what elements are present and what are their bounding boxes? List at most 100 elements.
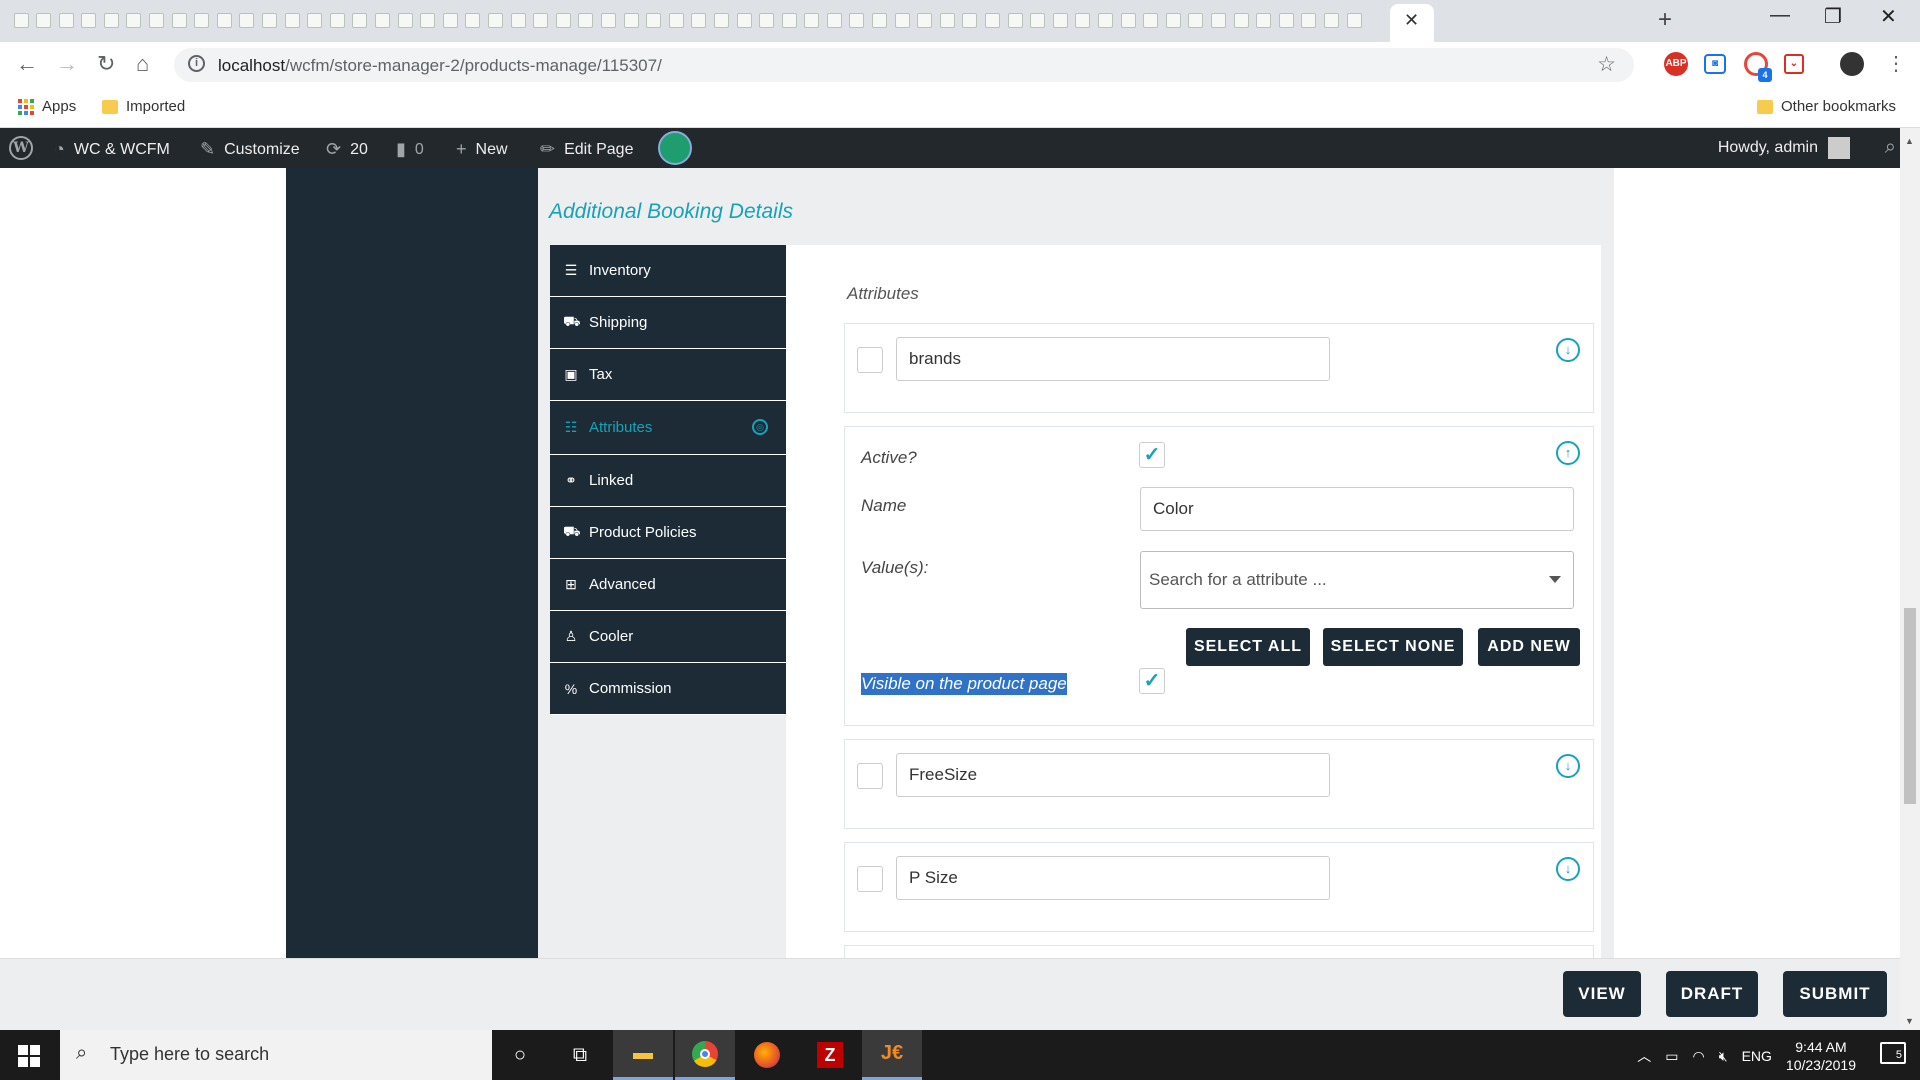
pinned-tab-favicon[interactable] [372, 9, 394, 31]
plugin-badge-icon[interactable] [658, 131, 692, 165]
pinned-tab-favicon[interactable] [439, 9, 461, 31]
pinned-tab-favicon[interactable] [688, 9, 710, 31]
chevron-up-icon[interactable]: ︿ [1637, 1046, 1651, 1066]
active-checkbox[interactable]: ✓ [1139, 442, 1165, 468]
tab-commission[interactable]: % Commission [550, 663, 786, 715]
pinned-tab-favicon[interactable] [665, 9, 687, 31]
tab-tax[interactable]: ▣ Tax [550, 349, 786, 401]
wp-customize-link[interactable]: ✎ Customize [200, 139, 300, 160]
pinned-tab-favicon[interactable] [484, 9, 506, 31]
pocket-extension-icon[interactable]: ⌄ [1784, 54, 1804, 74]
chrome-menu-icon[interactable]: ⋮ [1886, 51, 1906, 76]
tab-shipping[interactable]: ⛟ Shipping [550, 297, 786, 349]
language-indicator[interactable]: ENG [1742, 1048, 1772, 1064]
pinned-tab-favicon[interactable] [259, 9, 281, 31]
pinned-tab-favicon[interactable] [1140, 9, 1162, 31]
pinned-tab-favicon[interactable] [1072, 9, 1094, 31]
pinned-tab-favicon[interactable] [823, 9, 845, 31]
pinned-tab-favicon[interactable] [33, 9, 55, 31]
bookmark-star-icon[interactable]: ☆ [1597, 52, 1616, 77]
psize-name-input[interactable]: P Size [896, 856, 1330, 900]
brands-checkbox[interactable] [857, 347, 883, 373]
view-button[interactable]: VIEW [1563, 971, 1641, 1017]
pinned-tab-favicon[interactable] [846, 9, 868, 31]
pinned-tab-favicon[interactable] [778, 9, 800, 31]
pinned-tab-favicon[interactable] [146, 9, 168, 31]
volume-icon[interactable]: 🔇︎ [1719, 1048, 1728, 1065]
wifi-icon[interactable]: ◠ [1693, 1048, 1705, 1065]
avatar[interactable] [1828, 137, 1850, 159]
minimize-button[interactable]: — [1770, 4, 1790, 27]
pinned-tab-favicon[interactable] [100, 9, 122, 31]
bookmark-apps[interactable]: Apps [18, 98, 76, 115]
pinned-tab-favicon[interactable] [710, 9, 732, 31]
pinned-tab-favicon[interactable] [1185, 9, 1207, 31]
tab-attributes[interactable]: ☷ Attributes ◎ [550, 401, 786, 455]
clock[interactable]: 9:44 AM 10/23/2019 [1786, 1038, 1856, 1074]
pinned-tab-favicon[interactable] [304, 9, 326, 31]
section-title[interactable]: Additional Booking Details [549, 200, 793, 224]
scroll-down-icon[interactable]: ▼ [1905, 1016, 1914, 1026]
wp-updates-link[interactable]: ⟳ 20 [326, 139, 368, 160]
screenshot-extension-icon[interactable]: ◙ [1704, 54, 1726, 74]
address-bar[interactable]: i localhost/wcfm/store-manager-2/product… [174, 48, 1634, 82]
notifications-icon[interactable]: 5 [1880, 1042, 1906, 1064]
pinned-tab-favicon[interactable] [620, 9, 642, 31]
maximize-button[interactable]: ❐ [1824, 4, 1842, 29]
attribute-values-select[interactable]: Search for a attribute ... [1140, 551, 1574, 609]
pinned-tab-favicon[interactable] [507, 9, 529, 31]
url-text[interactable]: localhost/wcfm/store-manager-2/products-… [218, 56, 662, 76]
pinned-tab-favicon[interactable] [914, 9, 936, 31]
collapse-up-icon[interactable]: ↑ [1556, 441, 1580, 465]
back-icon[interactable]: ← [16, 51, 38, 77]
chrome-icon[interactable] [675, 1030, 735, 1080]
wp-site-link[interactable]: ◔ WC & WCFM [54, 139, 170, 160]
pinned-tab-favicon[interactable] [394, 9, 416, 31]
psize-checkbox[interactable] [857, 866, 883, 892]
draft-button[interactable]: DRAFT [1666, 971, 1758, 1017]
taskbar-search[interactable]: ⌕ Type here to search [60, 1030, 492, 1080]
firefox-icon[interactable] [737, 1030, 797, 1080]
submit-button[interactable]: SUBMIT [1783, 971, 1887, 1017]
cortana-icon[interactable]: ○ [490, 1030, 550, 1080]
pinned-tab-favicon[interactable] [597, 9, 619, 31]
active-tab[interactable]: ✕ [1390, 4, 1434, 42]
tab-advanced[interactable]: ⊞ Advanced [550, 559, 786, 611]
pinned-tab-favicon[interactable] [1207, 9, 1229, 31]
pinned-tab-favicon[interactable] [417, 9, 439, 31]
filezilla-icon[interactable]: Z [800, 1030, 860, 1080]
scroll-up-icon[interactable]: ▲ [1905, 136, 1914, 146]
pinned-tab-favicon[interactable] [236, 9, 258, 31]
forward-icon[interactable]: → [56, 51, 78, 77]
bookmark-imported[interactable]: Imported [102, 98, 185, 115]
expand-down-icon[interactable]: ↓ [1556, 857, 1580, 881]
freesize-name-input[interactable]: FreeSize [896, 753, 1330, 797]
pinned-tab-favicon[interactable] [552, 9, 574, 31]
pinned-tab-favicon[interactable] [891, 9, 913, 31]
wp-new-link[interactable]: + New [456, 139, 508, 160]
pinned-tab-favicon[interactable] [801, 9, 823, 31]
pinned-tab-favicon[interactable] [281, 9, 303, 31]
pinned-tab-favicon[interactable] [530, 9, 552, 31]
expand-down-icon[interactable]: ↓ [1556, 754, 1580, 778]
pinned-tab-favicon[interactable] [123, 9, 145, 31]
pinned-tab-favicon[interactable] [1027, 9, 1049, 31]
pinned-tab-favicon[interactable] [936, 9, 958, 31]
pinned-tab-favicon[interactable] [191, 9, 213, 31]
tab-product-policies[interactable]: ⛟ Product Policies [550, 507, 786, 559]
pinned-tab-favicon[interactable] [326, 9, 348, 31]
battery-icon[interactable]: ▭ [1665, 1048, 1678, 1065]
pinned-tab-favicon[interactable] [1230, 9, 1252, 31]
pinned-tab-favicon[interactable] [1253, 9, 1275, 31]
tab-close-icon[interactable]: ✕ [1404, 10, 1419, 31]
pinned-tab-favicon[interactable] [462, 9, 484, 31]
tab-linked[interactable]: ⚭ Linked [550, 455, 786, 507]
file-explorer-icon[interactable]: ▬ [613, 1030, 673, 1080]
color-name-input[interactable]: Color [1140, 487, 1574, 531]
pinned-tab-favicon[interactable] [213, 9, 235, 31]
expand-down-icon[interactable]: ↓ [1556, 338, 1580, 362]
tab-cooler[interactable]: ♙ Cooler [550, 611, 786, 663]
pinned-tabs[interactable] [10, 9, 1366, 31]
pinned-tab-favicon[interactable] [1320, 9, 1342, 31]
reload-icon[interactable]: ↻ [97, 51, 115, 77]
